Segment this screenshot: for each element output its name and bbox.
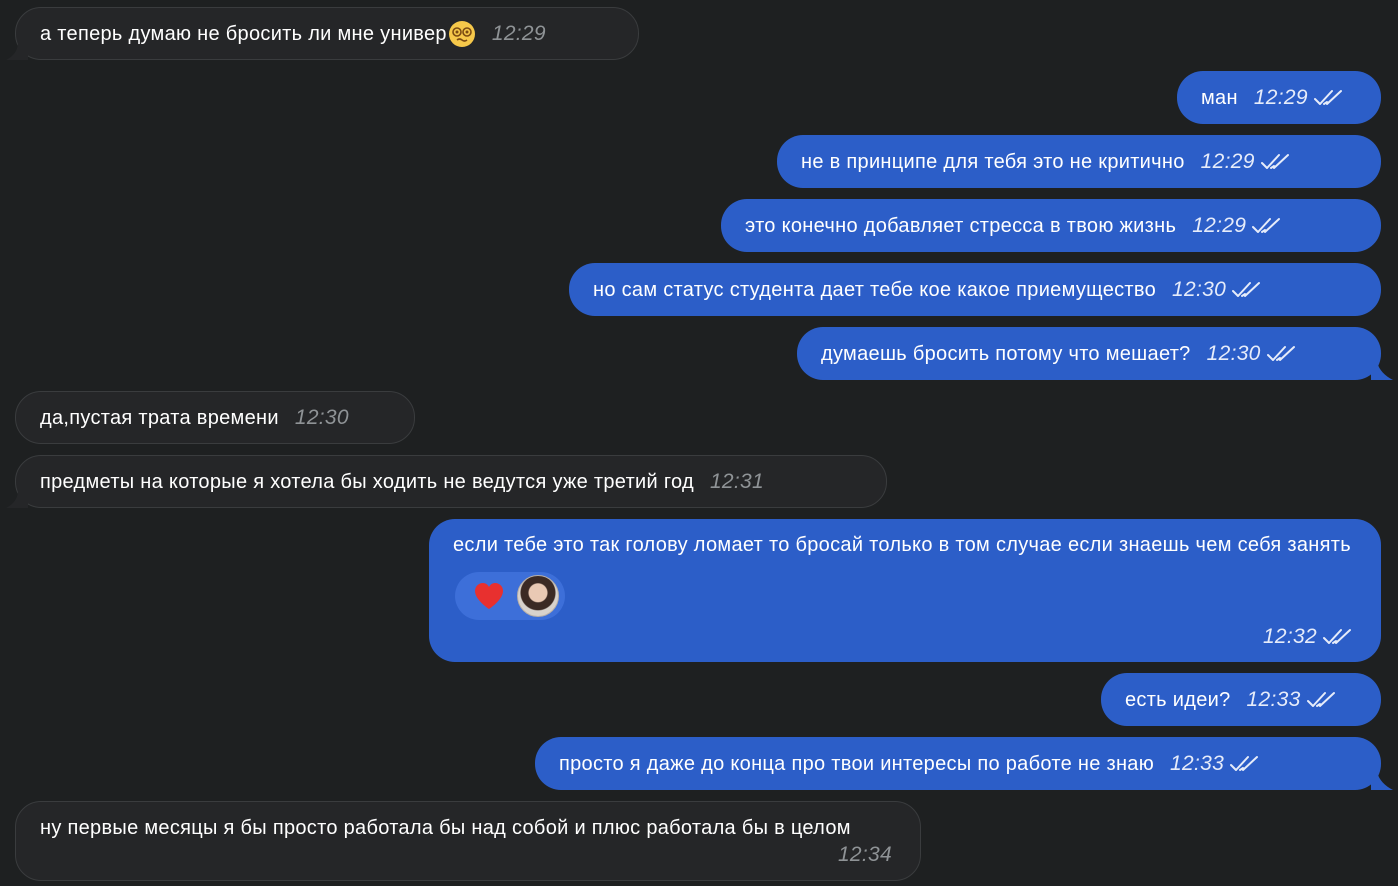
- dizzy-face-emoji: [448, 20, 475, 47]
- message-time: 12:29: [491, 21, 546, 45]
- message-outgoing[interactable]: это конечно добавляет стресса в твою жиз…: [721, 199, 1381, 252]
- double-check-icon: [1266, 345, 1295, 361]
- double-check-icon: [1230, 755, 1259, 771]
- message-bubble: ман 12:29: [1177, 71, 1381, 124]
- message-time: 12:33: [1170, 751, 1225, 775]
- message-incoming[interactable]: ну первые месяцы я бы просто работала бы…: [15, 801, 921, 881]
- double-check-icon: [1232, 281, 1261, 297]
- message-outgoing[interactable]: думаешь бросить потому что мешает? 12:30: [797, 327, 1393, 380]
- bubble-tail: [1371, 362, 1393, 380]
- message-time: 12:30: [294, 405, 349, 429]
- message-time: 12:30: [1206, 341, 1261, 365]
- message-bubble: ну первые месяцы я бы просто работала бы…: [15, 801, 921, 881]
- message-bubble: а теперь думаю не бросить ли мне универ …: [6, 7, 639, 60]
- message-text: да,пустая трата времени: [40, 406, 279, 429]
- bubble-tail: [6, 42, 28, 60]
- message-text: это конечно добавляет стресса в твою жиз…: [745, 214, 1177, 237]
- bubble-tail: [1371, 772, 1393, 790]
- message-incoming[interactable]: да,пустая трата времени 12:30: [15, 391, 415, 444]
- message-text: ман: [1201, 86, 1238, 109]
- message-outgoing[interactable]: не в принципе для тебя это не критично 1…: [777, 135, 1381, 188]
- bubble-tail: [6, 490, 28, 508]
- message-outgoing[interactable]: есть идеи? 12:33: [1101, 673, 1381, 726]
- message-time: 12:33: [1246, 687, 1301, 711]
- message-time: 12:30: [1172, 277, 1227, 301]
- message-text: думаешь бросить потому что мешает?: [821, 342, 1191, 365]
- message-text: но сам статус студента дает тебе кое как…: [593, 278, 1157, 301]
- chat-area: а теперь думаю не бросить ли мне универ …: [0, 0, 1398, 886]
- message-outgoing[interactable]: ман 12:29: [1177, 71, 1381, 124]
- message-text: а теперь думаю не бросить ли мне универ: [40, 22, 447, 45]
- message-bubble: да,пустая трата времени 12:30: [15, 391, 415, 444]
- message-time: 12:29: [1192, 213, 1247, 237]
- double-check-icon: [1313, 89, 1342, 105]
- message-text: ну первые месяцы я бы просто работала бы…: [40, 817, 851, 839]
- message-time: 12:34: [837, 843, 892, 866]
- double-check-icon: [1306, 691, 1335, 707]
- reaction-chip[interactable]: [455, 572, 565, 620]
- message-text: если тебе это так голову ломает то броса…: [453, 534, 1351, 556]
- message-time: 12:31: [709, 469, 764, 493]
- message-incoming[interactable]: предметы на которые я хотела бы ходить н…: [6, 455, 887, 508]
- heart-icon: [475, 583, 503, 609]
- message-text: есть идеи?: [1125, 688, 1231, 711]
- message-bubble: если тебе это так голову ломает то броса…: [429, 519, 1381, 662]
- message-outgoing[interactable]: если тебе это так голову ломает то броса…: [429, 519, 1381, 662]
- double-check-icon: [1252, 217, 1281, 233]
- message-text: просто я даже до конца про твои интересы…: [559, 752, 1155, 775]
- message-bubble: думаешь бросить потому что мешает? 12:30: [797, 327, 1393, 380]
- message-incoming[interactable]: а теперь думаю не бросить ли мне универ …: [6, 7, 639, 60]
- avatar[interactable]: [517, 575, 559, 617]
- double-check-icon: [1260, 153, 1289, 169]
- message-bubble: предметы на которые я хотела бы ходить н…: [6, 455, 887, 508]
- double-check-icon: [1323, 629, 1351, 644]
- message-time: 12:29: [1253, 85, 1308, 109]
- message-bubble: просто я даже до конца про твои интересы…: [535, 737, 1393, 790]
- message-bubble: это конечно добавляет стресса в твою жиз…: [721, 199, 1381, 252]
- message-time: 12:32: [1262, 625, 1317, 648]
- message-bubble: не в принципе для тебя это не критично 1…: [777, 135, 1381, 188]
- message-text: предметы на которые я хотела бы ходить н…: [40, 470, 694, 493]
- message-time: 12:29: [1200, 149, 1255, 173]
- message-bubble: но сам статус студента дает тебе кое как…: [569, 263, 1381, 316]
- message-bubble: есть идеи? 12:33: [1101, 673, 1381, 726]
- message-text: не в принципе для тебя это не критично: [801, 150, 1185, 173]
- message-outgoing[interactable]: просто я даже до конца про твои интересы…: [535, 737, 1393, 790]
- message-outgoing[interactable]: но сам статус студента дает тебе кое как…: [569, 263, 1381, 316]
